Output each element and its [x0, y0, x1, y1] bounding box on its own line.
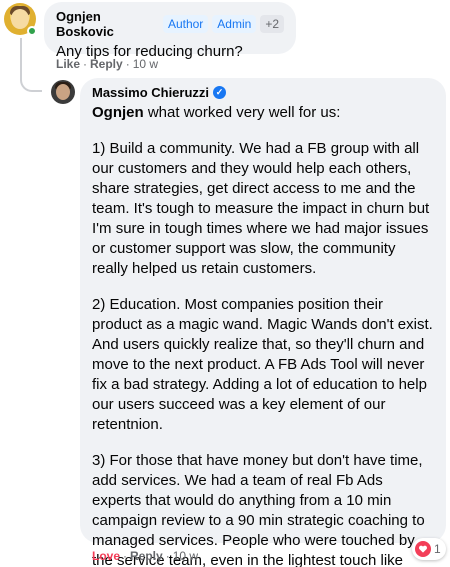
- reaction-count: 1: [434, 542, 441, 556]
- comment-author-name[interactable]: Ognjen Boskovic: [56, 9, 159, 39]
- reply-timestamp[interactable]: 10 w: [173, 549, 198, 563]
- reply-bubble: Massimo Chieruzzi ✓ Ognjen what worked v…: [80, 78, 446, 567]
- reply-author-name[interactable]: Massimo Chieruzzi: [92, 85, 209, 100]
- author-badge: Author: [162, 15, 209, 33]
- reply-paragraph-1: 1) Build a community. We had a FB group …: [92, 140, 430, 277]
- like-button[interactable]: Like: [56, 57, 80, 71]
- reply-button[interactable]: Reply: [130, 549, 163, 563]
- reaction-summary[interactable]: 1: [412, 538, 446, 560]
- separator-dot: ·: [165, 549, 170, 563]
- heart-icon: [415, 541, 431, 557]
- separator-dot: ·: [83, 57, 88, 71]
- reply-text: Ognjen what worked very well for us: 1) …: [92, 103, 434, 567]
- verified-badge-icon: ✓: [213, 86, 227, 99]
- online-status-icon: [27, 26, 37, 36]
- love-button[interactable]: Love: [92, 549, 120, 563]
- reply-intro-text: what worked very well for us:: [143, 104, 341, 121]
- reply-actions: Love · Reply · 10 w: [92, 549, 198, 563]
- thread-connector-line: [20, 38, 42, 92]
- comment-timestamp[interactable]: 10 w: [133, 57, 158, 71]
- reply-paragraph-2: 2) Education. Most companies position th…: [92, 296, 433, 433]
- avatar-face: [56, 84, 70, 100]
- comment-bubble: Ognjen Boskovic Author Admin +2 Any tips…: [44, 2, 296, 60]
- mention-link[interactable]: Ognjen: [92, 104, 144, 121]
- admin-badge: Admin: [212, 15, 257, 33]
- separator-dot: ·: [123, 549, 128, 563]
- reply-button[interactable]: Reply: [90, 57, 123, 71]
- avatar-massimo[interactable]: [51, 80, 75, 104]
- reply-intro: Ognjen what worked very well for us:: [92, 103, 434, 123]
- comment-actions: Like · Reply · 10 w: [56, 57, 158, 71]
- separator-dot: ·: [125, 57, 130, 71]
- avatar-face: [11, 9, 29, 29]
- more-badges-count[interactable]: +2: [260, 15, 284, 33]
